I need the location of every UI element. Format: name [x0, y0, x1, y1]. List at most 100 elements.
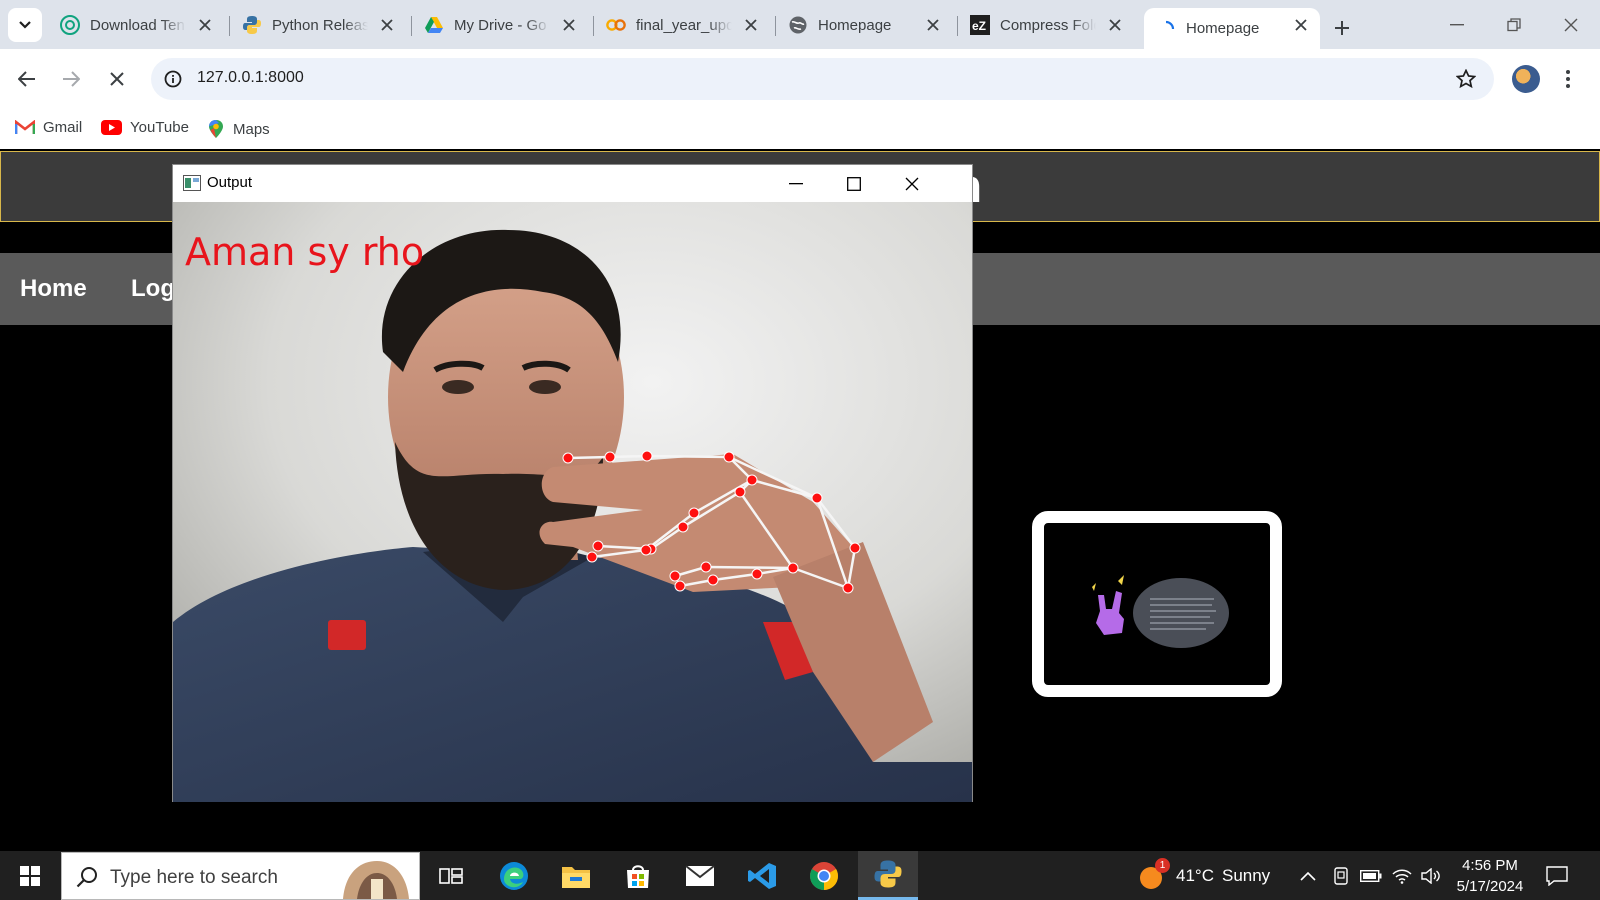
- close-icon[interactable]: [924, 16, 942, 34]
- tab-1[interactable]: Python Releas: [230, 8, 406, 42]
- site-info-icon[interactable]: [161, 67, 185, 91]
- windows-logo-icon: [20, 865, 40, 886]
- tab-3[interactable]: final_year_upd: [594, 8, 770, 42]
- search-placeholder: Type here to search: [110, 867, 278, 888]
- taskbar-store[interactable]: [608, 851, 668, 900]
- device-icon: [1334, 866, 1348, 885]
- plus-icon: [1335, 21, 1349, 35]
- wifi-icon: [1392, 869, 1412, 884]
- taskbar-mail[interactable]: [670, 851, 730, 900]
- output-close-button[interactable]: [889, 169, 935, 199]
- mail-icon: [685, 864, 715, 886]
- hand-landmark-point: [849, 542, 861, 554]
- close-icon[interactable]: [196, 16, 214, 34]
- google-drive-icon: [424, 15, 444, 35]
- output-maximize-button[interactable]: [831, 169, 877, 199]
- menu-button[interactable]: [1558, 65, 1578, 93]
- battery-icon: [1360, 869, 1382, 882]
- start-button[interactable]: [0, 851, 60, 900]
- globe-icon: [788, 15, 808, 35]
- stop-loading-button[interactable]: [99, 61, 135, 97]
- wifi-button[interactable]: [1392, 851, 1412, 900]
- ezyzip-icon: eZ: [970, 15, 990, 35]
- back-button[interactable]: [9, 61, 45, 97]
- hand-landmark-point: [700, 561, 712, 573]
- output-window[interactable]: Output Aman sy rho: [172, 164, 973, 802]
- forward-button[interactable]: [53, 61, 89, 97]
- url-text[interactable]: 127.0.0.1:8000: [197, 69, 304, 87]
- battery-button[interactable]: [1360, 851, 1382, 900]
- hand-landmark-point: [674, 580, 686, 592]
- close-icon[interactable]: [378, 16, 396, 34]
- profile-avatar[interactable]: [1512, 65, 1540, 93]
- taskbar-clock[interactable]: 4:56 PM 5/17/2024: [1448, 855, 1532, 897]
- search-icon: [76, 867, 97, 888]
- volume-button[interactable]: [1421, 851, 1441, 900]
- arrow-right-icon: [63, 71, 80, 87]
- tab-5[interactable]: eZ Compress Fold: [958, 8, 1134, 42]
- bookmark-star-icon[interactable]: [1454, 67, 1478, 91]
- close-icon[interactable]: [742, 16, 760, 34]
- maps-icon: [207, 119, 225, 139]
- output-window-titlebar[interactable]: Output: [173, 165, 972, 202]
- hand-landmark-point: [669, 570, 681, 582]
- hand-landmark-point: [640, 544, 652, 556]
- bookmark-gmail[interactable]: Gmail: [15, 119, 82, 136]
- output-minimize-button[interactable]: [773, 169, 819, 199]
- notification-center-button[interactable]: [1542, 862, 1572, 890]
- camera-frame: Aman sy rho: [173, 202, 972, 802]
- tab-2[interactable]: My Drive - Go: [412, 8, 588, 42]
- gmail-icon: [15, 120, 35, 135]
- show-hidden-icons-button[interactable]: [1300, 851, 1316, 900]
- taskbar-chrome[interactable]: [794, 851, 854, 900]
- tab-title: Download Ten: [90, 16, 185, 34]
- vscode-icon: [748, 862, 776, 889]
- task-view-button[interactable]: [421, 851, 481, 900]
- tab-0[interactable]: Download Ten: [48, 8, 224, 42]
- close-icon[interactable]: [1292, 16, 1310, 34]
- new-tab-button[interactable]: [1327, 13, 1357, 43]
- weather-widget[interactable]: 1 41°C Sunny: [1138, 851, 1270, 900]
- window-close-button[interactable]: [1551, 8, 1591, 42]
- hand-landmark-point: [842, 582, 854, 594]
- tab-title: final_year_upd: [636, 16, 732, 34]
- camera-feed: Aman sy rho: [173, 202, 972, 802]
- nav-home-link[interactable]: Home: [20, 275, 87, 303]
- meet-now-icon-button[interactable]: [1332, 851, 1350, 900]
- close-icon[interactable]: [560, 16, 578, 34]
- youtube-icon: [101, 120, 122, 135]
- chevron-down-icon: [19, 21, 31, 29]
- taskbar-edge[interactable]: [484, 851, 544, 900]
- taskbar-vscode[interactable]: [732, 851, 792, 900]
- app-window-icon: [183, 175, 201, 191]
- taskbar-python[interactable]: [858, 851, 918, 900]
- bookmark-youtube[interactable]: YouTube: [101, 119, 189, 136]
- output-window-title: Output: [207, 174, 253, 191]
- gesture-preview-frame: [1032, 511, 1282, 697]
- tab-6-active[interactable]: Homepage: [1144, 8, 1320, 49]
- hand-landmark-point: [734, 486, 746, 498]
- close-icon[interactable]: [1106, 16, 1124, 34]
- bookmark-label: Maps: [233, 120, 270, 138]
- tab-4[interactable]: Homepage: [776, 8, 952, 42]
- bookmarks-bar: Gmail YouTube Maps: [0, 109, 1600, 149]
- minimize-icon: [789, 183, 803, 185]
- chatgpt-icon: [60, 15, 80, 35]
- tab-strip: Download Ten Python Releas My Drive - Go…: [0, 0, 1600, 49]
- address-bar[interactable]: 127.0.0.1:8000: [151, 58, 1494, 100]
- colab-icon: [606, 15, 626, 35]
- landmark-connection: [609, 454, 648, 459]
- maximize-icon: [847, 177, 861, 191]
- hand-landmark-point: [592, 540, 604, 552]
- bookmark-maps[interactable]: Maps: [207, 119, 270, 139]
- taskbar-search[interactable]: Type here to search: [61, 852, 420, 900]
- close-icon: [110, 72, 124, 86]
- restore-button[interactable]: [1494, 8, 1534, 42]
- restore-icon: [1507, 18, 1521, 32]
- python-icon: [242, 15, 262, 35]
- bookmark-label: Gmail: [43, 119, 83, 136]
- nav-login-link[interactable]: Log: [131, 275, 175, 303]
- tab-search-button[interactable]: [8, 8, 42, 42]
- taskbar-file-explorer[interactable]: [546, 851, 606, 900]
- minimize-button[interactable]: [1437, 8, 1477, 42]
